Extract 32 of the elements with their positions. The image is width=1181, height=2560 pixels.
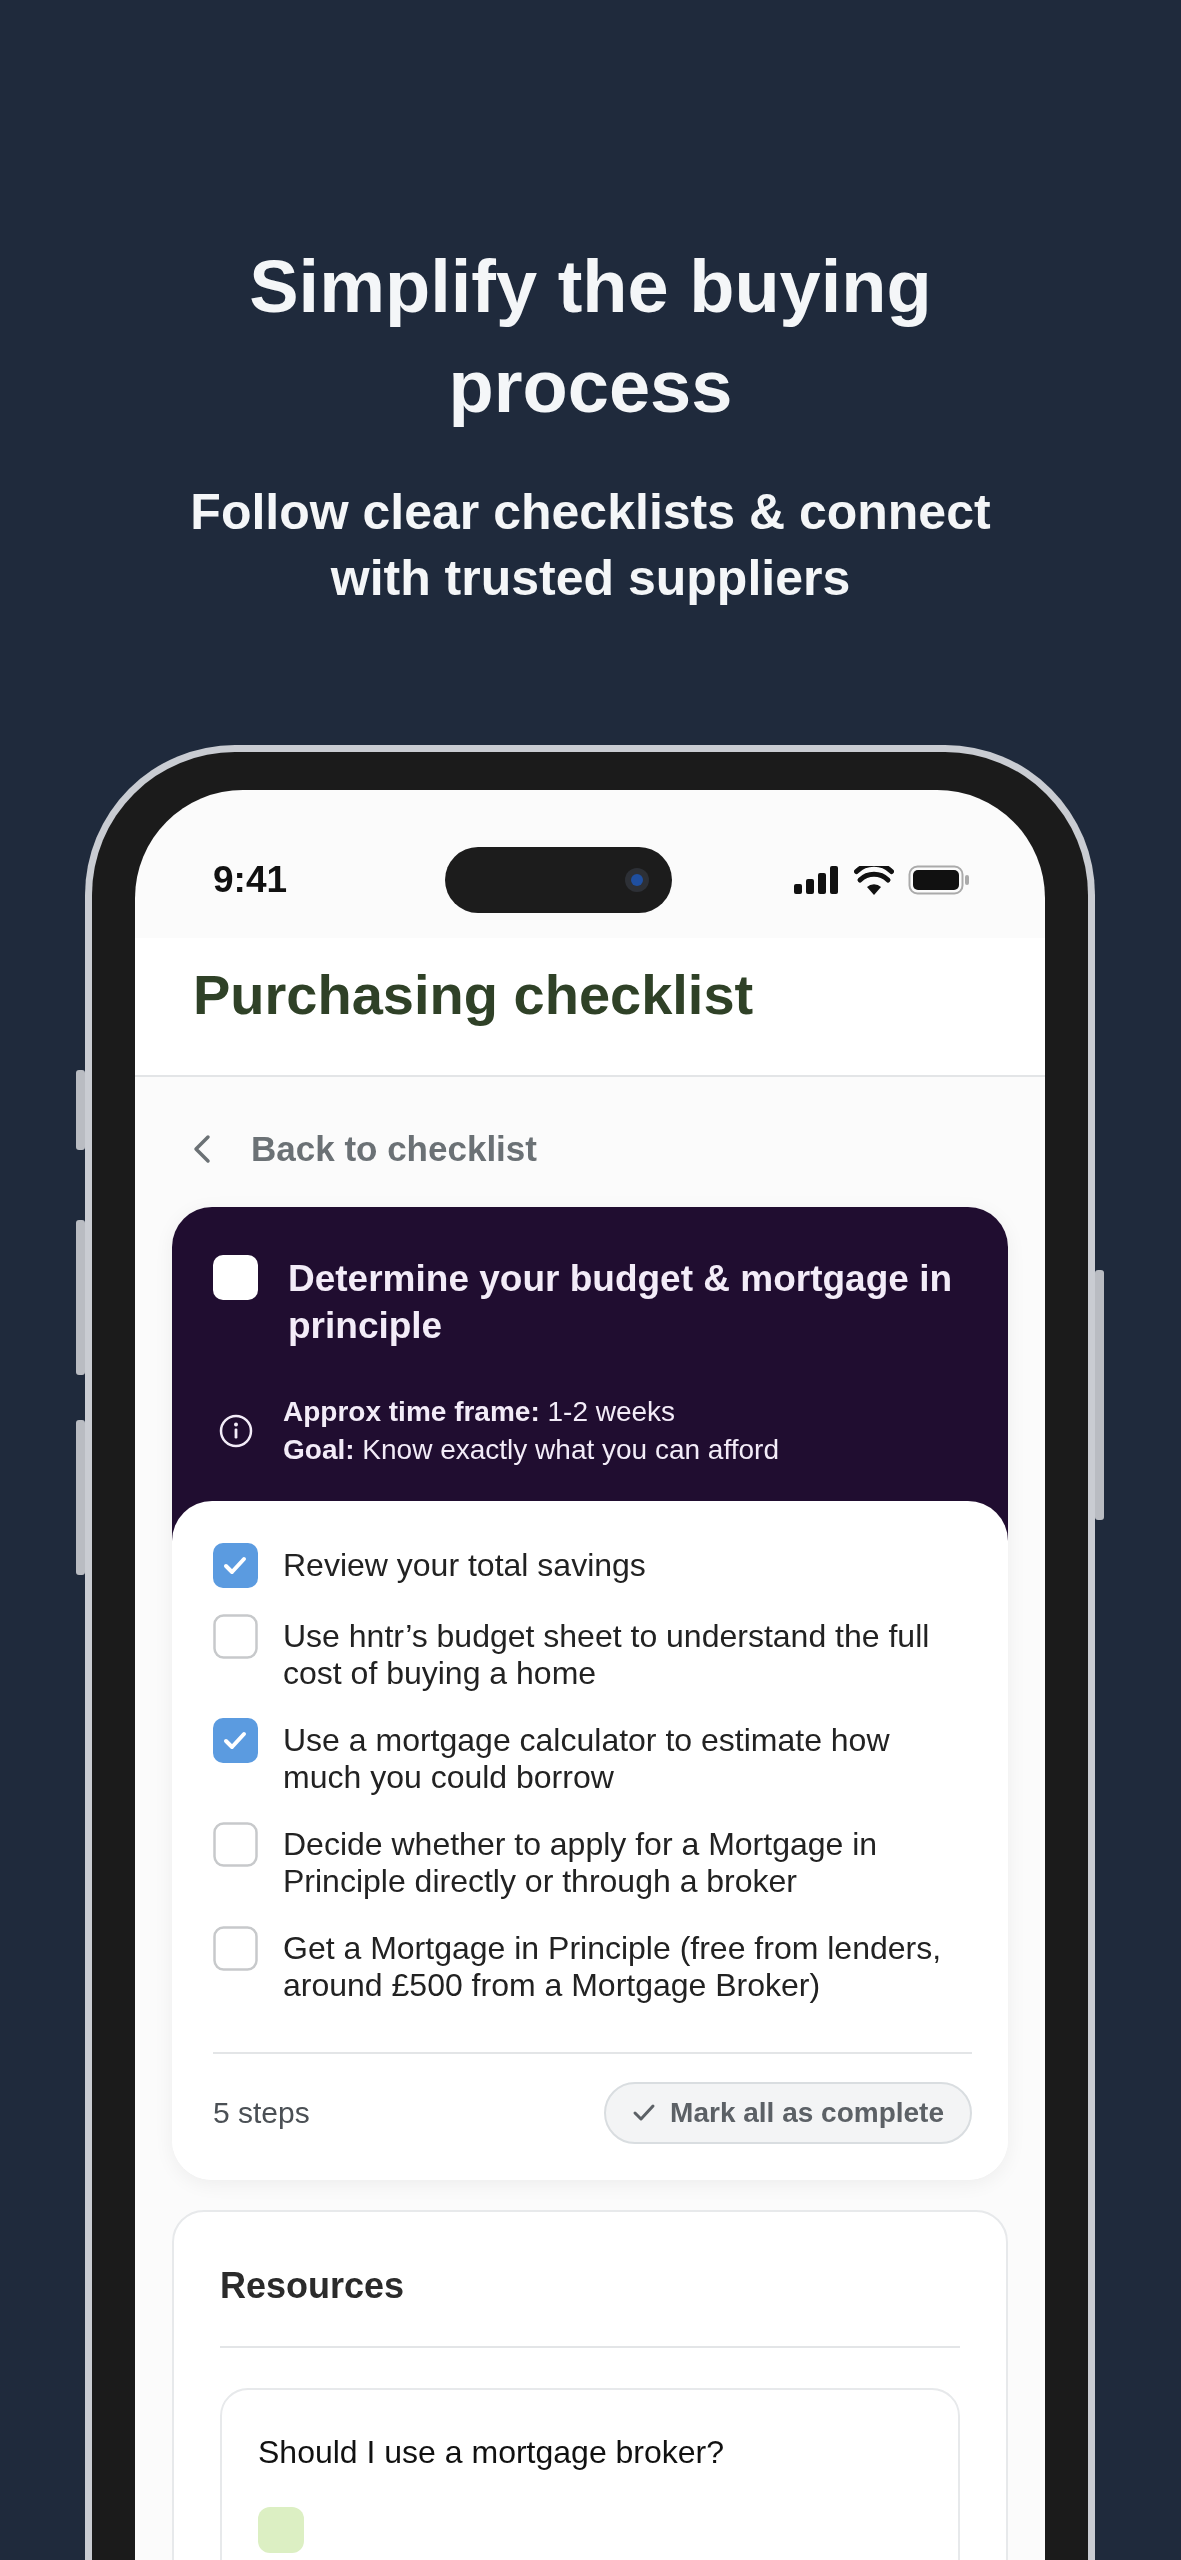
- step-checkbox[interactable]: [213, 1543, 258, 1588]
- resource-icon: [258, 2507, 304, 2553]
- step-label: Use hntr’s budget sheet to understand the full cost of buying a home: [283, 1618, 931, 1692]
- info-text: Goal: Know exactly what you can afford: [283, 1433, 779, 1467]
- battery-icon: [908, 865, 970, 895]
- step-label: Use a mortgage calculator to estimate how much you could borrow: [283, 1722, 891, 1796]
- task-checkbox[interactable]: [213, 1255, 258, 1300]
- step-checkbox[interactable]: [213, 1718, 258, 1763]
- step-checkbox[interactable]: [213, 1926, 258, 1971]
- mark-all-button[interactable]: Mark all as complete: [604, 2082, 972, 2144]
- camera-icon: [624, 867, 650, 893]
- wifi-icon: [854, 865, 894, 895]
- resource-title: Should I use a mortgage broker?: [258, 2433, 726, 2472]
- info-icon: [219, 1414, 253, 1448]
- status-time: 9:41: [213, 859, 289, 901]
- step-label: Get a Mortgage in Principle (free from lenders, around £500 from a Mortgage Broker): [283, 1930, 943, 2004]
- step-label: Review your total savings: [283, 1547, 647, 1584]
- info-text: Approx time frame: 1-2 weeks: [283, 1395, 677, 1429]
- step-count: 5 steps: [213, 2096, 310, 2130]
- signal-icon: [794, 866, 840, 894]
- task-title: Determine your budget & mortgage in principle: [288, 1257, 953, 1348]
- subtitle: Follow clear checklists & connect with trusted suppliers: [189, 483, 992, 608]
- resources-title: Resources: [220, 2264, 406, 2308]
- check-icon: [632, 2103, 657, 2123]
- headline: Simplify the buying process: [248, 244, 933, 430]
- back-chevron-icon[interactable]: [193, 1134, 211, 1164]
- step-checkbox[interactable]: [213, 1822, 258, 1867]
- step-checkbox[interactable]: [213, 1614, 258, 1659]
- resource-card[interactable]: Should I use a mortgage broker?: [220, 2388, 960, 2560]
- screen-title: Purchasing checklist: [135, 938, 1045, 1077]
- step-label: Decide whether to apply for a Mortgage in Principle directly or through a broker: [283, 1826, 879, 1900]
- back-link[interactable]: Back to checklist: [251, 1127, 537, 1171]
